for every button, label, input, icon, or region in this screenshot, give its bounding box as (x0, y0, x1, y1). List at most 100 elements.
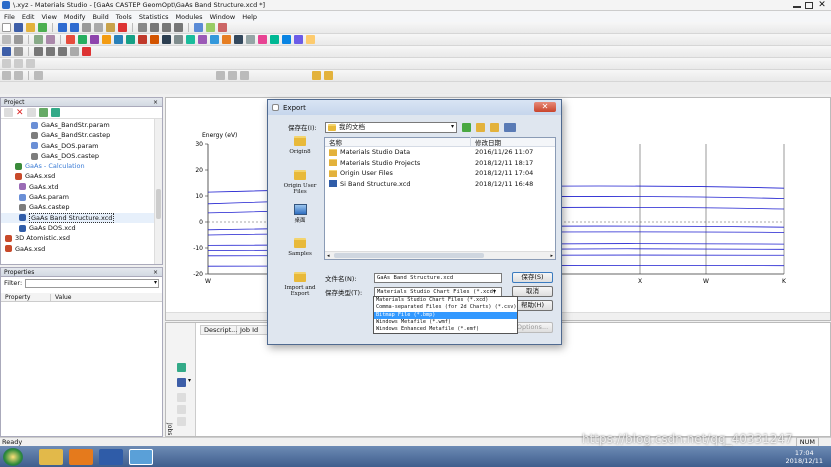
function-icon[interactable] (14, 47, 23, 56)
project-tree-item[interactable]: GaAs DOS.xcd (1, 223, 162, 233)
module-dpd-icon[interactable] (270, 35, 279, 44)
project-tree-item[interactable]: GaAs.castep (1, 202, 162, 212)
module-castep-icon[interactable] (66, 35, 75, 44)
menu-modify[interactable]: Modify (64, 13, 86, 21)
filter-combo[interactable]: ▾ (25, 278, 159, 288)
project-tree-item[interactable]: GaAs - Calculation (1, 161, 162, 171)
layout-icon[interactable] (2, 59, 11, 68)
place-1[interactable]: Origin User Files (277, 170, 323, 204)
last-frame-icon[interactable] (240, 71, 249, 80)
jobs-action3-icon[interactable] (177, 417, 186, 426)
save-button[interactable]: 保存(S) (512, 272, 553, 283)
translate-icon[interactable] (162, 23, 171, 32)
taskbar-word-icon[interactable] (99, 448, 123, 465)
module-mesocite-icon[interactable] (138, 35, 147, 44)
menu-edit[interactable]: Edit (22, 13, 35, 21)
cancel-button[interactable]: 取消 (512, 286, 553, 297)
first-frame-icon[interactable] (216, 71, 225, 80)
file-list-hscroll[interactable]: ◂ ▸ (325, 251, 555, 259)
paste-icon[interactable] (106, 23, 115, 32)
jobs-action2-icon[interactable] (177, 405, 186, 414)
name-column-header[interactable]: 名称 (325, 137, 471, 147)
module-amorphous-icon[interactable] (126, 35, 135, 44)
display-style-icon[interactable] (194, 23, 203, 32)
chevron-down-icon[interactable]: ▾ (493, 288, 496, 295)
properties-close-icon[interactable]: × (153, 268, 158, 277)
value-column-header[interactable]: Value (51, 294, 71, 301)
project-tree-item[interactable]: GaAs_DOS.param (1, 141, 162, 151)
file-list[interactable]: 名称 修改日期 Materials Studio Data 2016/11/26 … (324, 137, 556, 260)
menu-view[interactable]: View (41, 13, 56, 21)
project-tree-item[interactable]: GaAs.xsd (1, 171, 162, 181)
filetype-option[interactable]: Windows Metafile (*.wmf) (374, 319, 517, 326)
label-icon[interactable] (206, 23, 215, 32)
project-tree-item[interactable]: 3D Atomistic.xsd (1, 233, 162, 243)
module-polymorph-icon[interactable] (258, 35, 267, 44)
module-motif-icon[interactable] (234, 35, 243, 44)
project-tree-item[interactable]: GaAs_DOS.castep (1, 151, 162, 161)
line-icon[interactable] (14, 71, 23, 80)
chart-icon[interactable] (2, 47, 11, 56)
start-button[interactable] (3, 447, 23, 466)
menu-help[interactable]: Help (242, 13, 257, 21)
place-2[interactable]: 桌面 (277, 204, 323, 238)
place-4[interactable]: Import and Export (277, 272, 323, 306)
place-3[interactable]: Samples (277, 238, 323, 272)
animation2-icon[interactable] (324, 71, 333, 80)
module-dmol-icon[interactable] (78, 35, 87, 44)
lookin-combo[interactable]: 我的文档 ▾ (325, 121, 457, 133)
play-icon[interactable] (228, 71, 237, 80)
project-tree-item[interactable]: GaAs.xsd (1, 244, 162, 254)
scroll-left-icon[interactable]: ◂ (327, 253, 330, 259)
view-menu-icon[interactable] (504, 122, 516, 132)
copy-icon[interactable] (94, 23, 103, 32)
jobs-jobid-header[interactable]: Job Id (237, 326, 267, 334)
up-folder-icon[interactable] (476, 122, 485, 132)
sort-icon[interactable] (14, 35, 23, 44)
menu-tools[interactable]: Tools (116, 13, 132, 21)
module-qmera-icon[interactable] (162, 35, 171, 44)
pointer-icon[interactable] (34, 47, 43, 56)
module-kinetix-icon[interactable] (306, 35, 315, 44)
rotate-icon[interactable] (150, 23, 159, 32)
align-icon[interactable] (34, 71, 43, 80)
file-row[interactable]: Si Band Structure.xcd 2018/12/11 16:48 (325, 179, 555, 190)
project-delete-icon[interactable]: ✕ (16, 108, 24, 118)
jobs-description-header[interactable]: Descript... (201, 326, 237, 334)
options-button[interactable]: Options... (512, 322, 553, 333)
module-equilibria-icon[interactable] (282, 35, 291, 44)
filetype-option[interactable]: Comma-separated Files (for 2d Charts) (*… (374, 304, 517, 311)
chart-stop-icon[interactable] (82, 47, 91, 56)
minimize-button[interactable] (793, 6, 801, 8)
jobs-refresh-icon[interactable] (177, 363, 186, 372)
scroll-right-icon[interactable]: ▸ (550, 253, 553, 259)
module-blends-icon[interactable] (198, 35, 207, 44)
maximize-button[interactable] (805, 2, 813, 9)
filetype-option[interactable]: Bitmap File (*.bmp) (374, 311, 517, 319)
filetype-combo[interactable]: Materials Studio Chart Files (*.xcd) (374, 286, 502, 297)
jobs-action-icon[interactable] (177, 393, 186, 402)
help-button[interactable]: 帮助(H) (512, 300, 553, 311)
filename-input[interactable]: GaAs Band Structure.xcd (374, 272, 502, 283)
visualizer-icon[interactable] (34, 35, 43, 44)
text-icon[interactable] (70, 47, 79, 56)
undo-icon[interactable] (58, 23, 67, 32)
jobs-list-icon[interactable] (177, 378, 186, 387)
project-rename-icon[interactable] (26, 108, 36, 117)
module-synthia-icon[interactable] (246, 35, 255, 44)
grid-icon[interactable] (2, 35, 11, 44)
module-gulp-icon[interactable] (102, 35, 111, 44)
zoom-icon[interactable] (174, 23, 183, 32)
cut-icon[interactable] (82, 23, 91, 32)
module-forcite-icon[interactable] (90, 35, 99, 44)
place-0[interactable]: Origin8 (277, 136, 323, 170)
project-new-icon[interactable] (4, 108, 13, 117)
layout3-icon[interactable] (26, 59, 35, 68)
delete-icon[interactable] (118, 23, 127, 32)
close-window-button[interactable]: ✕ (817, 0, 827, 10)
taskbar-explorer-icon[interactable] (39, 448, 63, 465)
date-column-header[interactable]: 修改日期 (471, 137, 501, 147)
project-import-icon[interactable] (50, 108, 60, 117)
dialog-close-button[interactable]: ✕ (534, 102, 556, 112)
menu-statistics[interactable]: Statistics (139, 13, 169, 21)
